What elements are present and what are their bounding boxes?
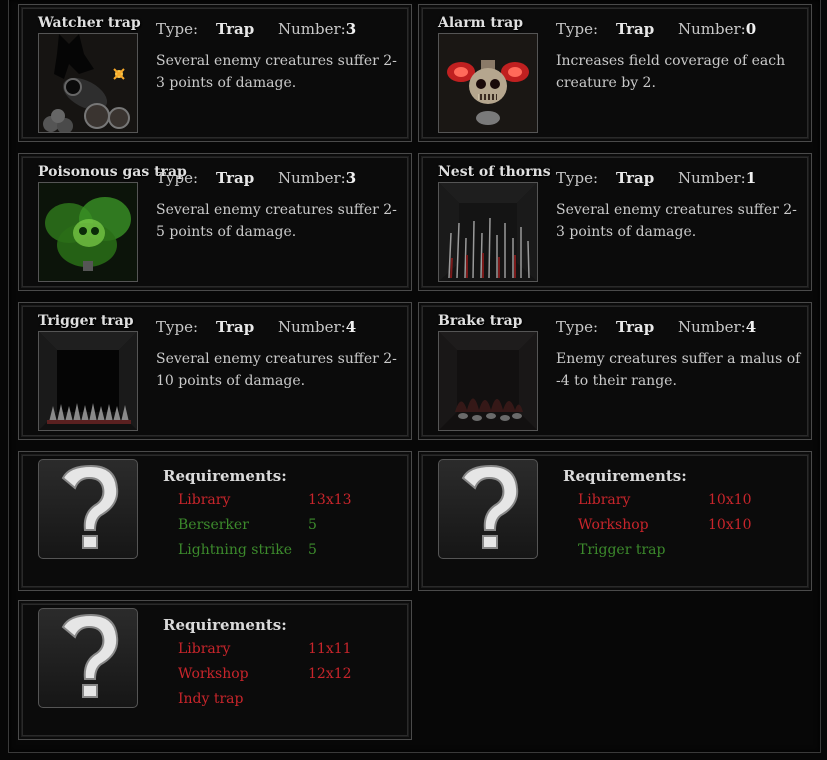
number-field: Number:0 bbox=[678, 20, 756, 38]
requirement-value: 13x13 bbox=[308, 492, 352, 508]
trap-description: Several enemy creatures suffer 2-5 point… bbox=[156, 202, 397, 240]
requirements-title: Requirements: bbox=[163, 467, 287, 485]
cannon-icon bbox=[38, 33, 138, 133]
requirement-name: Lightning strike bbox=[178, 542, 293, 558]
requirement-value: 5 bbox=[308, 542, 317, 558]
requirement-value: 12x12 bbox=[308, 666, 352, 682]
number-field: Number:1 bbox=[678, 169, 756, 187]
trap-description: Several enemy creatures suffer 2-3 point… bbox=[556, 202, 797, 240]
alarm-skull-icon bbox=[438, 33, 538, 133]
number-value: 4 bbox=[745, 318, 757, 336]
trap-card-trigger[interactable]: Trigger trap Type: Trap Number:4 Several… bbox=[18, 302, 412, 440]
type-value: Trap bbox=[216, 20, 255, 38]
number-field: Number:3 bbox=[278, 20, 356, 38]
trap-card-watcher[interactable]: Watcher trap Type: Trap Number:3 Several… bbox=[18, 4, 412, 142]
trap-description: Enemy creatures suffer a malus of -4 to … bbox=[556, 351, 801, 389]
trap-name: Brake trap bbox=[438, 313, 523, 329]
type-value: Trap bbox=[616, 318, 655, 336]
type-value: Trap bbox=[616, 169, 655, 187]
number-label: Number: bbox=[678, 169, 746, 187]
number-value: 0 bbox=[745, 20, 757, 38]
trap-description: Several enemy creatures suffer 2-10 poin… bbox=[156, 351, 397, 389]
question-mark-icon bbox=[38, 459, 138, 559]
requirement-name: Library bbox=[178, 641, 231, 657]
requirements-title: Requirements: bbox=[163, 616, 287, 634]
poison-gas-icon bbox=[38, 182, 138, 282]
locked-trap-card-1[interactable]: Requirements: Library 13x13 Berserker 5 … bbox=[18, 451, 412, 591]
type-value: Trap bbox=[616, 20, 655, 38]
thorns-icon bbox=[438, 182, 538, 282]
trap-card-alarm[interactable]: Alarm trap Type: Trap Number:0 Increases… bbox=[418, 4, 812, 142]
requirement-value: 5 bbox=[308, 517, 317, 533]
requirement-value: 10x10 bbox=[708, 517, 752, 533]
number-value: 4 bbox=[345, 318, 357, 336]
number-value: 3 bbox=[345, 20, 357, 38]
number-label: Number: bbox=[278, 169, 346, 187]
number-field: Number:4 bbox=[678, 318, 756, 336]
type-value: Trap bbox=[216, 169, 255, 187]
requirement-value: 11x11 bbox=[308, 641, 352, 657]
number-label: Number: bbox=[678, 20, 746, 38]
trap-name: Watcher trap bbox=[38, 15, 141, 31]
number-label: Number: bbox=[278, 20, 346, 38]
requirement-name: Library bbox=[578, 492, 631, 508]
question-mark-icon bbox=[438, 459, 538, 559]
locked-trap-card-3[interactable]: Requirements: Library 11x11 Workshop 12x… bbox=[18, 600, 412, 740]
requirement-name: Workshop bbox=[578, 517, 649, 533]
type-value: Trap bbox=[216, 318, 255, 336]
trap-name: Trigger trap bbox=[38, 313, 134, 329]
brake-fire-icon bbox=[438, 331, 538, 431]
requirement-name: Berserker bbox=[178, 517, 249, 533]
number-label: Number: bbox=[678, 318, 746, 336]
number-value: 3 bbox=[345, 169, 357, 187]
number-field: Number:4 bbox=[278, 318, 356, 336]
trap-name: Alarm trap bbox=[438, 15, 524, 31]
type-label: Type: bbox=[156, 169, 199, 187]
requirement-value: 10x10 bbox=[708, 492, 752, 508]
requirement-name: Indy trap bbox=[178, 691, 244, 707]
trap-card-poisonous-gas[interactable]: Poisonous gas trap Type: Trap Number:3 S… bbox=[18, 153, 412, 291]
type-label: Type: bbox=[556, 169, 599, 187]
trap-card-brake[interactable]: Brake trap Type: Trap Number:4 Enemy cre… bbox=[418, 302, 812, 440]
type-label: Type: bbox=[556, 318, 599, 336]
trap-name: Nest of thorns bbox=[438, 164, 551, 180]
requirement-name: Library bbox=[178, 492, 231, 508]
locked-trap-card-2[interactable]: Requirements: Library 10x10 Workshop 10x… bbox=[418, 451, 812, 591]
number-label: Number: bbox=[278, 318, 346, 336]
requirements-title: Requirements: bbox=[563, 467, 687, 485]
requirement-name: Trigger trap bbox=[578, 542, 666, 558]
trap-description: Increases field coverage of each creatur… bbox=[556, 53, 786, 91]
question-mark-icon bbox=[38, 608, 138, 708]
trap-card-nest-of-thorns[interactable]: Nest of thorns Type: Trap Number:1 Sever… bbox=[418, 153, 812, 291]
spike-trigger-icon bbox=[38, 331, 138, 431]
requirement-name: Workshop bbox=[178, 666, 249, 682]
number-value: 1 bbox=[745, 169, 757, 187]
type-label: Type: bbox=[556, 20, 599, 38]
number-field: Number:3 bbox=[278, 169, 356, 187]
type-label: Type: bbox=[156, 20, 199, 38]
type-label: Type: bbox=[156, 318, 199, 336]
trap-description: Several enemy creatures suffer 2-3 point… bbox=[156, 53, 397, 91]
